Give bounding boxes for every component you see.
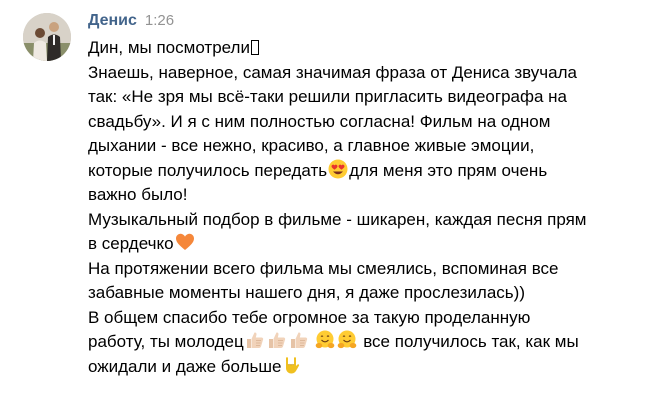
missing-glyph-icon (250, 40, 259, 55)
rock-on-hand-emoji-icon (282, 355, 302, 375)
text-line-13a: работу, ты молодец (88, 332, 244, 351)
text-line-1: Дин, мы посмотрели (88, 38, 250, 57)
hugging-face-emoji-icon (315, 330, 335, 350)
text-line: которые получилось передать для меня это … (88, 159, 648, 184)
text-line: так: «Не зря мы всё-таки решили пригласи… (88, 87, 567, 106)
thumbs-up-emoji-icon (267, 330, 287, 350)
text-line: в сердечко (88, 232, 648, 257)
message-time[interactable]: 1:26 (145, 12, 174, 29)
text-line: работу, ты молодец все получилось так, к… (88, 330, 648, 355)
text-line: Знаешь, наверное, самая значимая фраза о… (88, 62, 577, 82)
text-line: Дин, мы посмотрели (88, 36, 648, 61)
orange-heart-emoji-icon (175, 232, 195, 252)
thumbs-up-emoji-icon (245, 330, 265, 350)
text-line-6b: для меня это прям очень (349, 160, 548, 180)
text-line-9: в сердечко (88, 234, 174, 253)
text-line: свадьбу». И я с ним полностью согласна! … (88, 111, 551, 131)
message-header: Денис 1:26 (88, 12, 174, 36)
hugging-face-emoji-icon (337, 330, 357, 350)
text-line-6a: которые получилось передать (88, 160, 328, 180)
text-line: Музыкальный подбор в фильме - шикарен, к… (88, 209, 587, 229)
text-line: На протяжении всего фильма мы смеялись, … (88, 258, 559, 278)
avatar[interactable] (23, 13, 71, 61)
text-line: В общем спасибо тебе огромное за такую п… (88, 307, 531, 327)
user-photo-avatar-icon (23, 13, 71, 61)
text-line: ожидали и даже больше (88, 355, 648, 380)
text-line: важно было! (88, 185, 188, 204)
text-line-13b: все получилось так, как мы (363, 332, 579, 351)
chat-message: Денис 1:26 Дин, мы посмотрели Знаешь, на… (0, 0, 660, 402)
message-text: Дин, мы посмотрели Знаешь, наверное, сам… (88, 36, 648, 379)
thumbs-up-emoji-icon (289, 330, 309, 350)
author-name[interactable]: Денис (88, 12, 137, 30)
text-line: дыхании - все нежно, красиво, а главное … (88, 136, 535, 155)
text-line: забавные моменты нашего дня, я даже прос… (88, 283, 525, 302)
heart-eyes-emoji-icon (328, 159, 348, 179)
text-line-14: ожидали и даже больше (88, 356, 282, 376)
